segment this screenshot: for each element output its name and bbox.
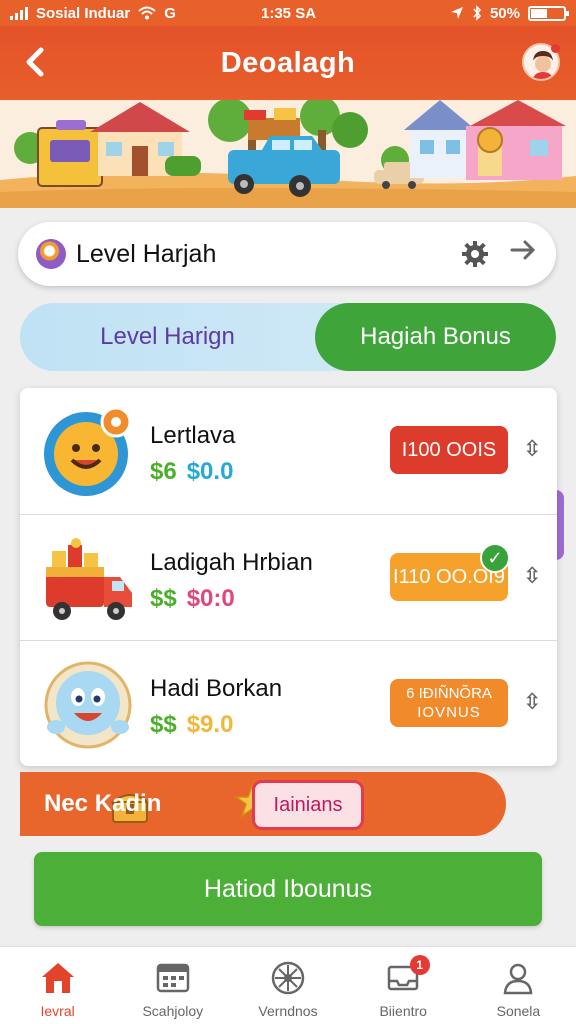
nav-item-wheel[interactable]: Verndnos bbox=[230, 947, 345, 1024]
promo-banner[interactable]: Nec Kadin Iainians bbox=[20, 772, 506, 836]
claim-button-line1: 6 IÐIÑNÕRA bbox=[406, 685, 492, 702]
battery-icon bbox=[528, 5, 569, 21]
nav-item-home[interactable]: Ievral bbox=[0, 947, 115, 1024]
gift-truck-icon bbox=[46, 538, 132, 620]
chevron-left-icon bbox=[26, 47, 44, 77]
location-icon bbox=[450, 7, 463, 19]
reward-amounts: $$ $9.0 bbox=[150, 711, 233, 739]
chevron-updown-icon[interactable]: ⇳ bbox=[523, 689, 541, 715]
banner-illustration bbox=[0, 100, 576, 208]
tab-hagiah-bonus[interactable]: Hagiah Bonus bbox=[315, 303, 556, 371]
nav-label: Sonela bbox=[496, 1003, 541, 1019]
chevron-updown-icon[interactable]: ⇳ bbox=[523, 436, 541, 462]
status-bar: Sosial Induar G 1:35 SA 50% bbox=[0, 0, 576, 26]
reward-list: Lertlava $6 $0.0 I100 OOIS ⇳ Ladigah Hrbi… bbox=[20, 388, 557, 766]
promo-tag: Iainians bbox=[252, 780, 364, 830]
wifi-icon bbox=[138, 6, 156, 20]
profile-icon bbox=[504, 963, 533, 995]
gear-icon[interactable] bbox=[460, 239, 490, 269]
reward-name: Hadi Borkan bbox=[150, 675, 283, 702]
claim-button-line2: IOVNUS bbox=[417, 704, 481, 721]
reward-amount-a: $$ bbox=[150, 585, 177, 612]
chevron-updown-icon[interactable]: ⇳ bbox=[523, 563, 541, 589]
wheel-icon bbox=[271, 961, 305, 995]
signal-icon bbox=[10, 6, 28, 20]
list-item[interactable]: Lertlava $6 $0.0 I100 OOIS ⇳ bbox=[20, 388, 557, 514]
list-item[interactable]: Ladigah Hrbian $$ $0:0 I110 OO.OI9 ✓ ⇳ bbox=[20, 514, 557, 640]
nav-item-schedule[interactable]: Scahjoloy bbox=[115, 947, 230, 1024]
reward-name: Lertlava bbox=[150, 422, 236, 449]
check-icon: ✓ bbox=[480, 543, 510, 573]
claim-bonus-button[interactable]: Hatiod Ibounus bbox=[34, 852, 542, 926]
claim-button[interactable]: I100 OOIS bbox=[390, 426, 508, 474]
tab-bar: Level Harign Hagiah Bonus bbox=[20, 303, 556, 371]
reward-name: Ladigah Hrbian bbox=[150, 549, 313, 576]
app-bar: Deoalagh bbox=[0, 26, 576, 100]
reward-amount-a: $$ bbox=[150, 711, 177, 738]
nav-item-inbox[interactable]: 1 Biientro bbox=[346, 947, 461, 1024]
arrow-right-icon[interactable] bbox=[508, 235, 538, 273]
carrier-label: Sosial Induar bbox=[36, 4, 131, 22]
reward-amount-a: $6 bbox=[150, 458, 177, 485]
nav-label: Verndnos bbox=[258, 1003, 318, 1019]
bottom-nav: Ievral Scahjoloy Verndnos 1 Biientro Son… bbox=[0, 946, 576, 1024]
smiley-coin-icon bbox=[44, 406, 132, 496]
level-title: Level Harjah bbox=[76, 239, 217, 268]
battery-percent: 50% bbox=[489, 4, 520, 22]
nav-label: Scahjoloy bbox=[142, 1003, 204, 1019]
claim-button[interactable]: 6 IÐIÑNÕRA IOVNUS bbox=[390, 679, 508, 727]
page-title: Deoalagh bbox=[220, 46, 356, 79]
network-label: G bbox=[164, 4, 176, 22]
nav-badge: 1 bbox=[409, 955, 430, 975]
reward-amount-b: $0.0 bbox=[186, 458, 234, 485]
promo-text: Nec Kadin bbox=[44, 790, 162, 817]
nav-label: Biientro bbox=[379, 1003, 427, 1019]
reward-amount-b: $9.0 bbox=[186, 711, 234, 738]
back-button[interactable] bbox=[18, 44, 54, 80]
level-badge-icon bbox=[36, 239, 66, 269]
notification-dot bbox=[551, 44, 560, 53]
nav-item-profile[interactable]: Sonela bbox=[461, 947, 576, 1024]
level-bar[interactable]: Level Harjah bbox=[18, 222, 556, 286]
home-icon bbox=[41, 963, 74, 993]
happy-face-icon bbox=[44, 661, 132, 749]
calendar-icon bbox=[156, 963, 190, 993]
reward-amount-b: $0:0 bbox=[186, 585, 235, 612]
reward-amounts: $$ $0:0 bbox=[150, 585, 235, 613]
list-item[interactable]: Hadi Borkan $$ $9.0 6 IÐIÑNÕRA IOVNUS ⇳ bbox=[20, 640, 557, 766]
tab-level-harign[interactable]: Level Harign bbox=[20, 303, 315, 371]
nav-label: Ievral bbox=[40, 1003, 75, 1019]
clock: 1:35 SA bbox=[261, 4, 317, 22]
bluetooth-icon bbox=[473, 5, 482, 21]
reward-amounts: $6 $0.0 bbox=[150, 458, 233, 486]
